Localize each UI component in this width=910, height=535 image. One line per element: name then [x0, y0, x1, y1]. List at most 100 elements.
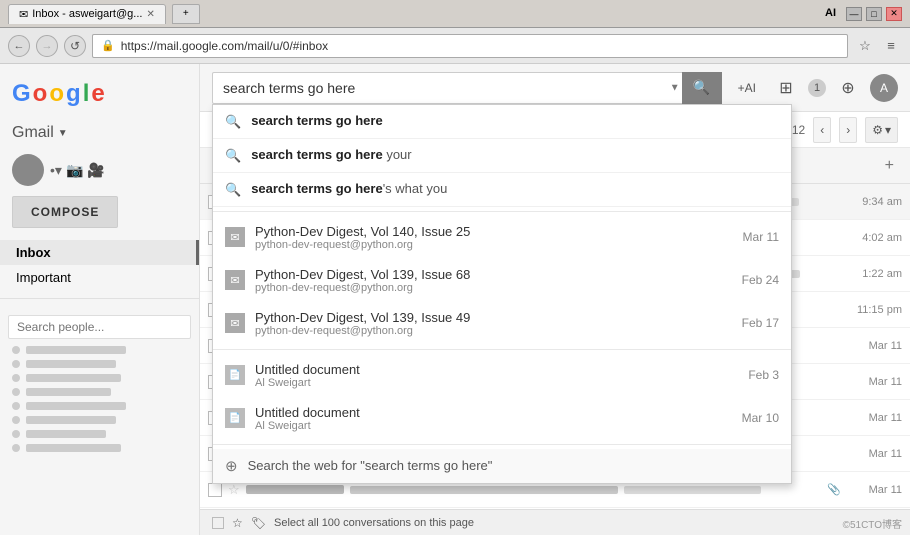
title-bar-left: ✉ Inbox - asweigart@g... ✕ +	[8, 4, 200, 24]
autocomplete-email-2[interactable]: ✉ Python-Dev Digest, Vol 139, Issue 68 p…	[213, 259, 791, 302]
contact-name-blurred	[26, 416, 116, 424]
search-input[interactable]	[212, 72, 722, 104]
minimize-btn[interactable]: —	[846, 7, 862, 21]
sidebar-video-icon[interactable]: 🎥	[87, 162, 104, 179]
reload-btn[interactable]: ↺	[64, 35, 86, 57]
next-page-btn[interactable]: ›	[839, 117, 857, 143]
contact-dot	[12, 388, 20, 396]
autocomplete-email-1[interactable]: ✉ Python-Dev Digest, Vol 140, Issue 25 p…	[213, 216, 791, 259]
plus-ai-btn[interactable]: +AI	[730, 74, 764, 102]
contact-item	[0, 371, 199, 385]
settings-btn[interactable]: ⚙ ▾	[865, 117, 898, 143]
email-sender-blurred	[246, 485, 344, 494]
autocomplete-web-search[interactable]: ⊕ Search the web for "search terms go he…	[213, 449, 791, 483]
tab-close-icon[interactable]: ✕	[146, 9, 154, 20]
user-avatar[interactable]: A	[870, 74, 898, 102]
address-bar[interactable]: 🔒 https://mail.google.com/mail/u/0/#inbo…	[92, 34, 848, 58]
autocomplete-suggestion-2[interactable]: 🔍 search terms go here your	[213, 139, 791, 173]
status-text: Select all 100 conversations on this pag…	[274, 517, 474, 529]
gmail-main: Google Gmail ▼ •▾ 📷 🎥 COMPOSE Inbox Impo…	[0, 64, 910, 535]
contact-item	[0, 441, 199, 455]
forward-btn[interactable]: →	[36, 35, 58, 57]
contact-dot	[12, 430, 20, 438]
autocomplete-suggestion-1[interactable]: 🔍 search terms go here	[213, 105, 791, 139]
sidebar-divider	[0, 298, 199, 299]
search-icon: 🔍	[225, 114, 241, 130]
sidebar-action-1[interactable]: •▾	[50, 162, 62, 179]
sidebar: Google Gmail ▼ •▾ 📷 🎥 COMPOSE Inbox Impo…	[0, 64, 200, 535]
close-btn[interactable]: ✕	[886, 7, 902, 21]
contact-name-blurred	[26, 430, 106, 438]
sidebar-avatar-row: •▾ 📷 🎥	[0, 150, 199, 190]
prev-page-btn[interactable]: ‹	[813, 117, 831, 143]
browser-action-buttons: ☆ ≡	[854, 35, 902, 57]
doc-icon: 📄	[225, 408, 245, 428]
title-bar: ✉ Inbox - asweigart@g... ✕ + AI — □ ✕	[0, 0, 910, 28]
email-icon: ✉	[225, 313, 245, 333]
contact-dot	[12, 444, 20, 452]
contact-dot	[12, 416, 20, 424]
compose-button[interactable]: COMPOSE	[12, 196, 118, 228]
apps-grid-btn[interactable]: ⊞	[772, 74, 800, 102]
email-icon: ✉	[225, 227, 245, 247]
email-checkbox[interactable]	[208, 483, 222, 497]
gmail-header: ▼ 🔍 🔍 search terms go here 🔍	[200, 64, 910, 112]
search-people-input[interactable]	[8, 315, 191, 339]
google-logo: Google	[0, 72, 199, 120]
add-account-btn[interactable]: ⊕	[834, 74, 862, 102]
bookmark-star-icon[interactable]: ☆	[854, 35, 876, 57]
add-tab-btn[interactable]: +	[877, 157, 902, 175]
gmail-label[interactable]: Gmail ▼	[0, 120, 199, 150]
ac-divider	[213, 211, 791, 212]
contact-dot	[12, 346, 20, 354]
sidebar-avatar	[12, 154, 44, 186]
nav-items: Inbox Important	[0, 240, 199, 290]
email-star[interactable]: ☆	[228, 482, 240, 498]
doc-icon: 📄	[225, 365, 245, 385]
notification-badge[interactable]: 1	[808, 79, 826, 97]
back-btn[interactable]: ←	[8, 35, 30, 57]
contact-name-blurred	[26, 388, 111, 396]
search-icon: 🔍	[225, 148, 241, 164]
contact-item	[0, 427, 199, 441]
contact-item	[0, 385, 199, 399]
search-dropdown-arrow[interactable]: ▼	[670, 82, 680, 93]
search-box-wrapper: ▼ 🔍 🔍 search terms go here 🔍	[212, 72, 722, 104]
sidebar-item-important[interactable]: Important	[0, 265, 199, 290]
url-text: https://mail.google.com/mail/u/0/#inbox	[121, 39, 328, 53]
status-checkbox[interactable]	[212, 517, 224, 529]
contact-dot	[12, 360, 20, 368]
sidebar-item-inbox[interactable]: Inbox	[0, 240, 199, 265]
email-preview-blurred	[624, 486, 761, 494]
browser-menu-icon[interactable]: ≡	[880, 35, 902, 57]
new-tab-btn[interactable]: +	[172, 4, 200, 24]
sidebar-action-icons: •▾ 📷 🎥	[50, 162, 105, 179]
watermark: ©51CTO博客	[843, 516, 902, 531]
contact-item	[0, 413, 199, 427]
ac-divider-3	[213, 444, 791, 445]
autocomplete-suggestion-3[interactable]: 🔍 search terms go here's what you	[213, 173, 791, 207]
ai-label: AI	[825, 7, 836, 21]
gmail-dropdown-icon: ▼	[58, 128, 68, 139]
label-icon[interactable]: 🏷	[251, 516, 266, 530]
browser-tab[interactable]: ✉ Inbox - asweigart@g... ✕	[8, 4, 166, 24]
star-icon[interactable]: ☆	[232, 516, 243, 530]
contact-dot	[12, 374, 20, 382]
ssl-lock-icon: 🔒	[101, 39, 115, 52]
maximize-btn[interactable]: □	[866, 7, 882, 21]
search-button[interactable]: 🔍	[682, 72, 722, 104]
contact-name-blurred	[26, 402, 126, 410]
contact-section	[0, 305, 199, 461]
autocomplete-doc-2[interactable]: 📄 Untitled document Al Sweigart Mar 10	[213, 397, 791, 440]
autocomplete-email-3[interactable]: ✉ Python-Dev Digest, Vol 139, Issue 49 p…	[213, 302, 791, 345]
contact-name-blurred	[26, 374, 121, 382]
sidebar-camera-icon[interactable]: 📷	[66, 162, 83, 179]
tab-title: Inbox - asweigart@g...	[32, 8, 142, 20]
contact-dot	[12, 402, 20, 410]
search-icon: 🔍	[225, 182, 241, 198]
email-icon: ✉	[225, 270, 245, 290]
autocomplete-doc-1[interactable]: 📄 Untitled document Al Sweigart Feb 3	[213, 354, 791, 397]
contact-item	[0, 357, 199, 371]
contact-name-blurred	[26, 360, 116, 368]
contact-name-blurred	[26, 346, 126, 354]
